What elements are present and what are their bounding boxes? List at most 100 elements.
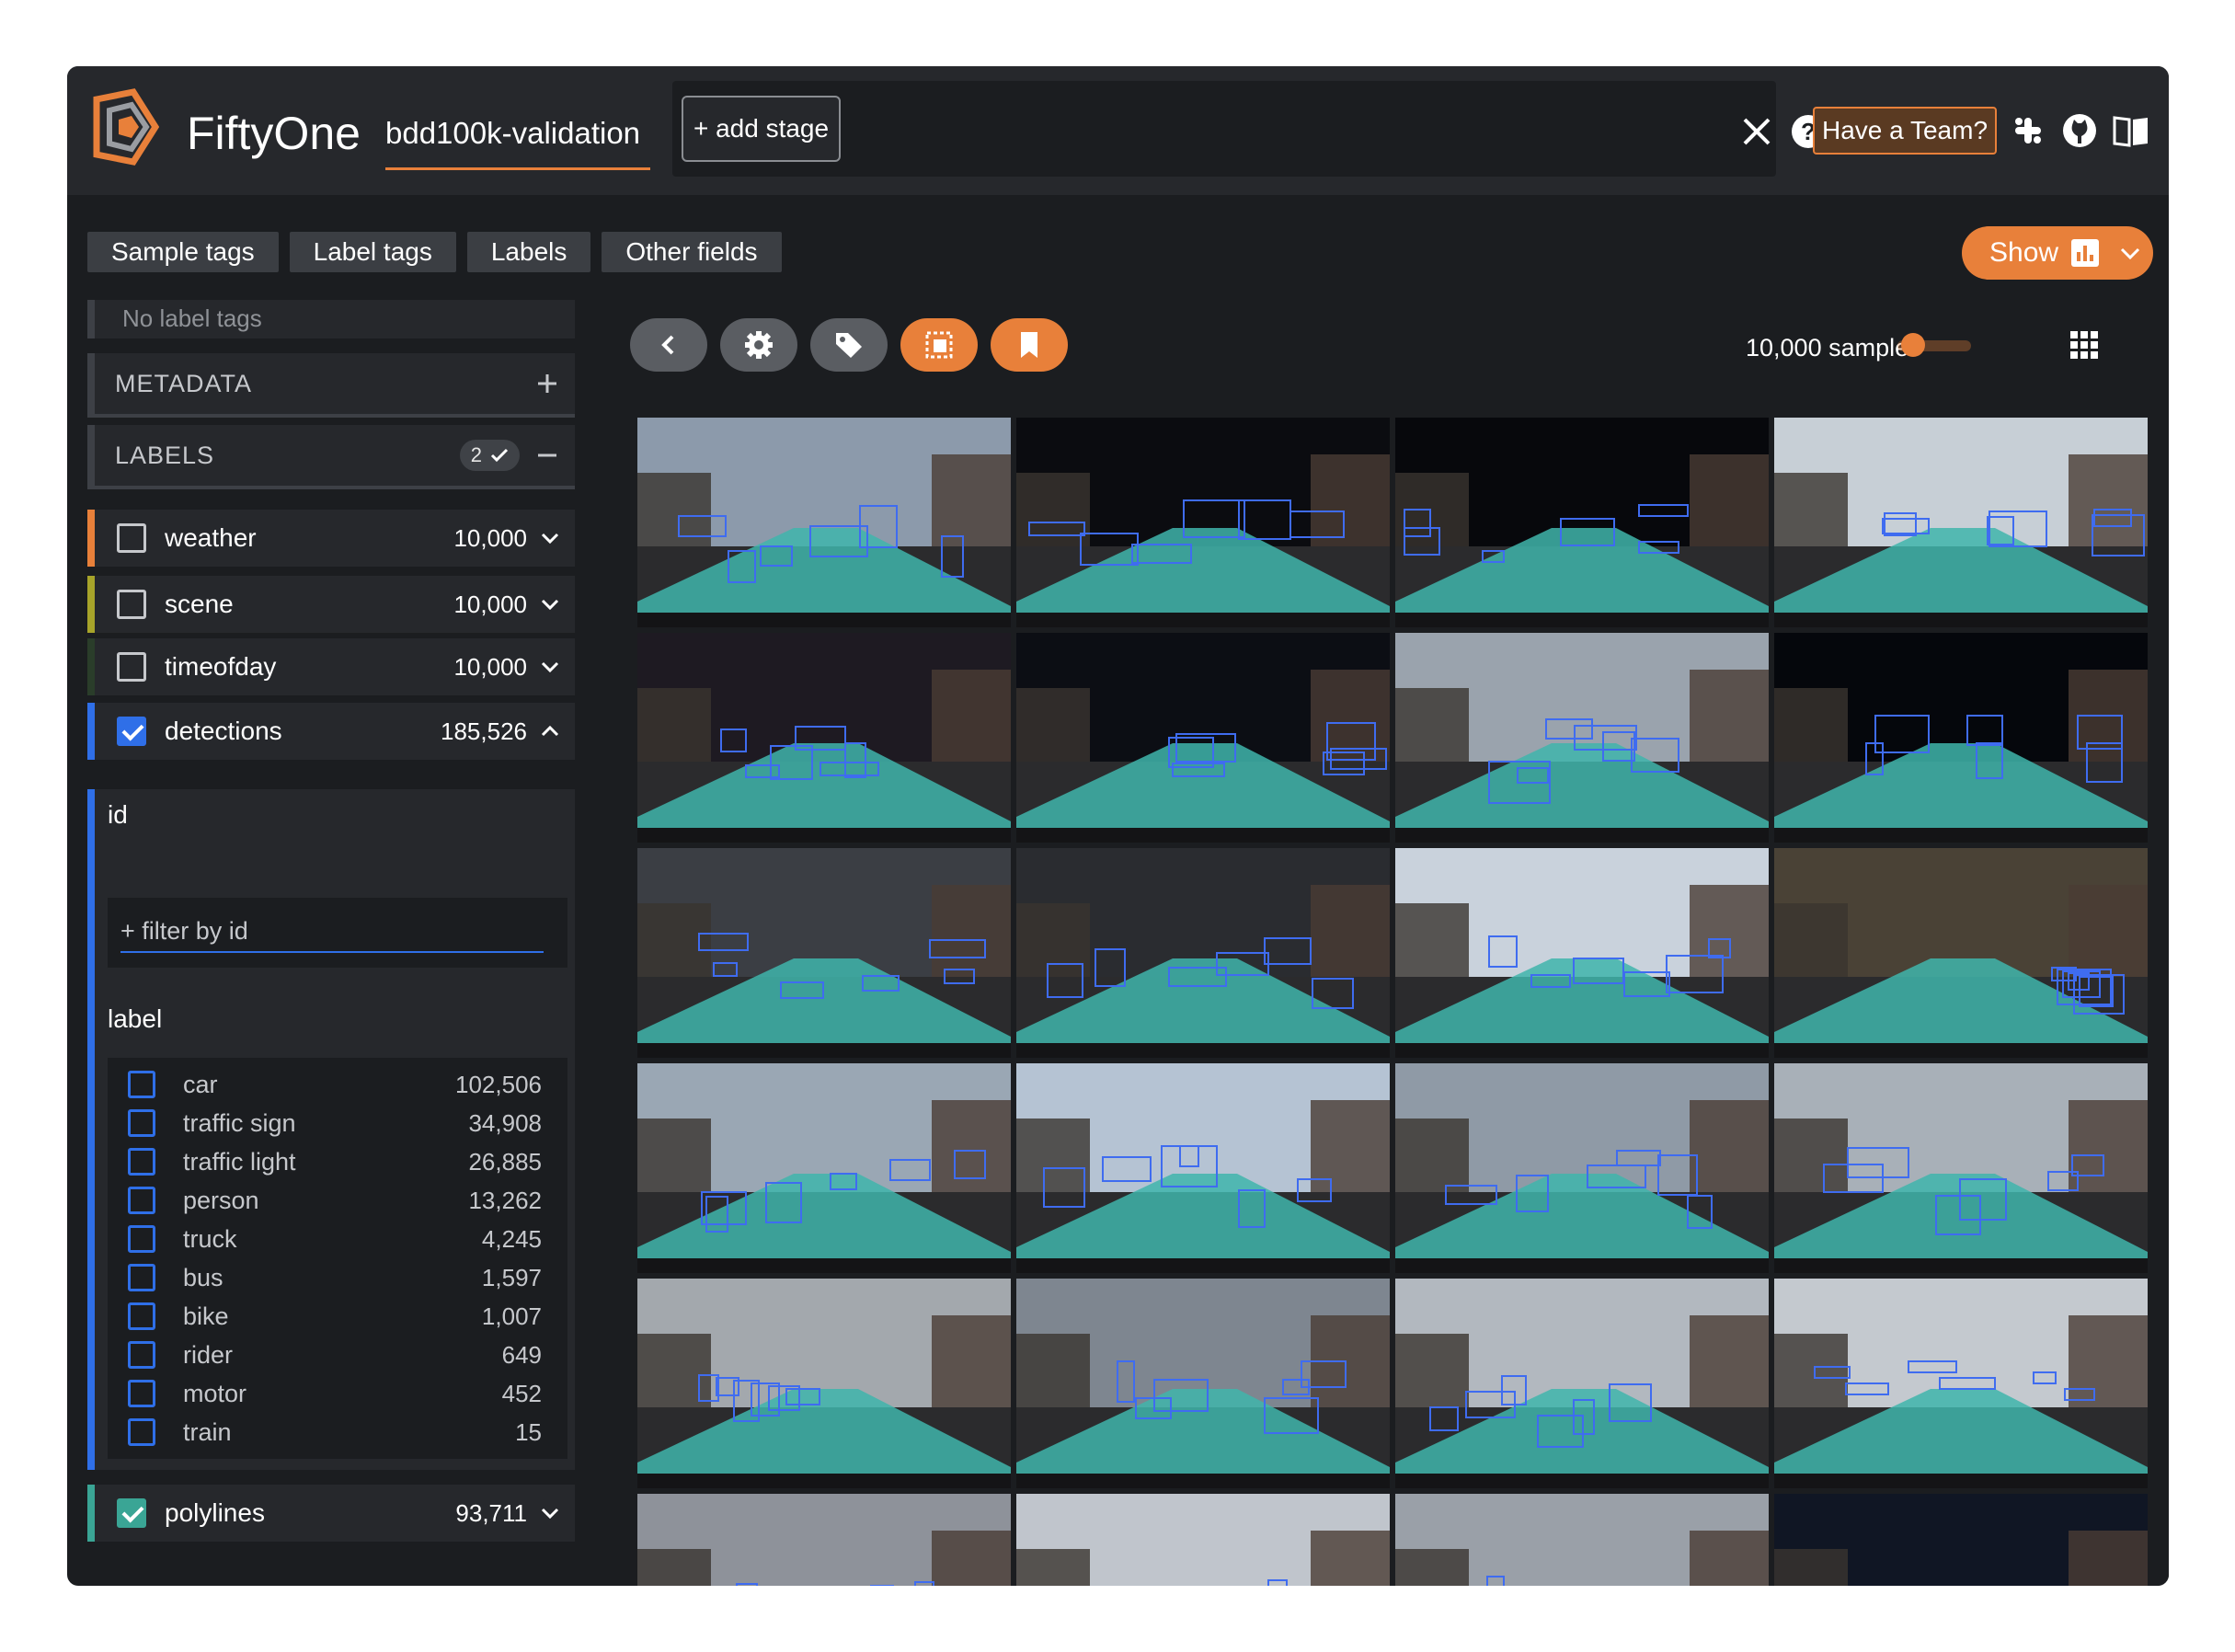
tag-button[interactable] [810, 318, 888, 372]
sample-thumbnail[interactable] [637, 848, 1011, 1058]
list-item[interactable]: rider 649 [108, 1336, 567, 1374]
sidebar[interactable]: No label tags METADATA LABELS 2 weather … [87, 300, 593, 1586]
minus-icon[interactable] [536, 444, 558, 466]
field-row-timeofday[interactable]: timeofday 10,000 [87, 638, 575, 695]
selected-count-badge[interactable]: 2 [459, 440, 520, 471]
close-icon[interactable] [1741, 116, 1772, 147]
list-item[interactable]: bike 1,007 [108, 1297, 567, 1336]
sample-thumbnail[interactable] [1774, 418, 2148, 627]
field-row-scene[interactable]: scene 10,000 [87, 576, 575, 633]
chevron-down-icon[interactable] [540, 1503, 560, 1523]
sample-thumbnail[interactable] [1774, 1063, 2148, 1273]
tab-sample-tags[interactable]: Sample tags [87, 232, 279, 272]
label-checkbox[interactable] [128, 1341, 155, 1369]
label-name: truck [183, 1224, 237, 1253]
sample-thumbnail[interactable] [1774, 633, 2148, 843]
metadata-group[interactable]: METADATA [87, 353, 575, 418]
sample-thumbnail[interactable] [1774, 1494, 2148, 1586]
sample-thumbnail[interactable] [1395, 848, 1769, 1058]
label-checkbox[interactable] [128, 1187, 155, 1214]
slack-icon[interactable] [2012, 114, 2045, 147]
sample-image [1016, 848, 1390, 1058]
github-icon[interactable] [2061, 112, 2098, 149]
list-item[interactable]: traffic sign 34,908 [108, 1104, 567, 1142]
polylines-checkbox[interactable] [117, 1498, 146, 1528]
tab-label-tags[interactable]: Label tags [289, 232, 456, 272]
list-item[interactable]: person 13,262 [108, 1181, 567, 1220]
sample-image [1395, 1063, 1769, 1273]
label-count: 13,262 [468, 1186, 542, 1214]
save-view-button[interactable] [991, 318, 1068, 372]
label-count: 15 [515, 1417, 542, 1446]
sample-thumbnail[interactable] [637, 1063, 1011, 1273]
zoom-slider-handle[interactable] [1901, 333, 1925, 357]
sample-thumbnail[interactable] [637, 418, 1011, 627]
sample-thumbnail[interactable] [1016, 633, 1390, 843]
field-count: 10,000 [453, 523, 527, 552]
have-a-team-button[interactable]: Have a Team? [1813, 107, 1997, 155]
fiftyone-logo-icon[interactable] [87, 88, 159, 166]
weather-checkbox[interactable] [117, 523, 146, 553]
settings-button[interactable] [720, 318, 797, 372]
sample-thumbnail[interactable] [1016, 1279, 1390, 1488]
view-bar[interactable]: + add stage ? [672, 81, 1825, 177]
sample-thumbnail[interactable] [1774, 848, 2148, 1058]
chevron-down-icon[interactable] [540, 528, 560, 548]
label-name: car [183, 1070, 218, 1098]
label-checkbox[interactable] [128, 1302, 155, 1330]
timeofday-checkbox[interactable] [117, 652, 146, 682]
list-item[interactable]: car 102,506 [108, 1065, 567, 1104]
sample-thumbnail[interactable] [1395, 1063, 1769, 1273]
plus-icon[interactable] [536, 373, 558, 395]
sample-thumbnail[interactable] [1016, 1494, 1390, 1586]
sample-thumbnail[interactable] [1395, 1279, 1769, 1488]
field-row-weather[interactable]: weather 10,000 [87, 510, 575, 567]
show-button[interactable]: Show [1962, 226, 2153, 280]
list-item[interactable]: train 15 [108, 1413, 567, 1451]
labels-group[interactable]: LABELS 2 [87, 425, 575, 489]
docs-icon[interactable] [2113, 114, 2149, 147]
label-checkbox[interactable] [128, 1071, 155, 1098]
label-checkbox[interactable] [128, 1109, 155, 1137]
app-title[interactable]: FiftyOne [187, 107, 361, 160]
label-checkbox[interactable] [128, 1418, 155, 1446]
label-checkbox[interactable] [128, 1264, 155, 1291]
list-item[interactable]: motor 452 [108, 1374, 567, 1413]
chevron-down-icon[interactable] [540, 594, 560, 614]
label-checkbox[interactable] [128, 1225, 155, 1253]
add-stage-button[interactable]: + add stage [682, 96, 841, 162]
sample-thumbnail[interactable] [637, 1279, 1011, 1488]
grid-icon[interactable] [2070, 331, 2098, 359]
detections-checkbox[interactable] [117, 717, 146, 746]
chevron-up-icon[interactable] [540, 721, 560, 741]
sample-image [1395, 633, 1769, 843]
filter-by-id-input[interactable] [120, 911, 544, 953]
tab-labels[interactable]: Labels [466, 232, 591, 272]
scene-checkbox[interactable] [117, 590, 146, 619]
sample-image [1774, 1494, 2148, 1586]
sample-thumbnail[interactable] [637, 633, 1011, 843]
field-row-detections[interactable]: detections 185,526 [87, 703, 575, 760]
sidebar-toggle-button[interactable] [630, 318, 707, 372]
sample-thumbnail[interactable] [637, 1494, 1011, 1586]
label-checkbox[interactable] [128, 1148, 155, 1176]
field-row-polylines[interactable]: polylines 93,711 [87, 1485, 575, 1542]
sample-thumbnail[interactable] [1774, 1279, 2148, 1488]
sample-thumbnail[interactable] [1395, 1494, 1769, 1586]
sample-image [637, 1494, 1011, 1586]
label-checkbox[interactable] [128, 1380, 155, 1407]
list-item[interactable]: traffic light 26,885 [108, 1142, 567, 1181]
dataset-selector[interactable]: bdd100k-validation [385, 116, 650, 170]
sample-thumbnail[interactable] [1395, 418, 1769, 627]
sample-thumbnail[interactable] [1395, 633, 1769, 843]
zoom-slider[interactable] [1897, 333, 1971, 357]
chevron-down-icon[interactable] [540, 657, 560, 677]
label-name: train [183, 1417, 232, 1446]
list-item[interactable]: bus 1,597 [108, 1258, 567, 1297]
tab-other-fields[interactable]: Other fields [602, 232, 782, 272]
sample-thumbnail[interactable] [1016, 418, 1390, 627]
patches-button[interactable] [900, 318, 978, 372]
list-item[interactable]: truck 4,245 [108, 1220, 567, 1258]
sample-thumbnail[interactable] [1016, 848, 1390, 1058]
sample-thumbnail[interactable] [1016, 1063, 1390, 1273]
